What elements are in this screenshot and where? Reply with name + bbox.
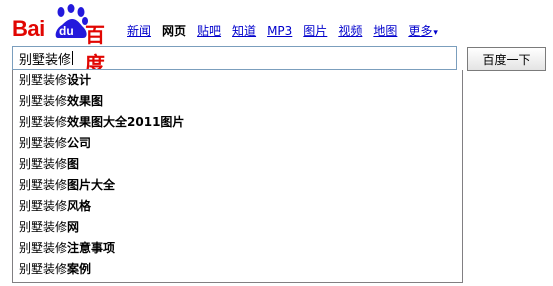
suggestion-item[interactable]: 别墅装修网 — [13, 217, 462, 238]
suggestion-base: 别墅装修 — [19, 157, 68, 171]
suggestion-item[interactable]: 别墅装修注意事项 — [13, 238, 462, 259]
nav-item-video[interactable]: 视频 — [338, 23, 362, 39]
suggestion-item[interactable]: 别墅装修图片大全 — [13, 175, 462, 196]
suggestion-base: 别墅装修 — [19, 262, 68, 276]
suggestion-completion: 风格 — [67, 199, 92, 213]
suggestion-base: 别墅装修 — [19, 115, 68, 129]
search-input-value: 别墅装修 — [19, 52, 72, 68]
suggestion-completion: 效果图大全2011图片 — [67, 115, 185, 129]
suggestion-base: 别墅装修 — [19, 199, 68, 213]
category-nav: 新闻 网页 贴吧 知道 MP3 图片 视频 地图 更多▾ — [127, 23, 449, 39]
suggestion-completion: 图 — [67, 157, 80, 171]
suggestion-completion: 公司 — [67, 136, 92, 150]
nav-item-map[interactable]: 地图 — [373, 23, 397, 39]
suggestion-completion: 注意事项 — [67, 241, 116, 255]
nav-item-news[interactable]: 新闻 — [127, 23, 151, 39]
nav-item-images[interactable]: 图片 — [303, 23, 327, 39]
suggestion-completion: 图片大全 — [67, 178, 116, 192]
suggestion-completion: 效果图 — [67, 94, 104, 108]
nav-item-more[interactable]: 更多▾ — [408, 23, 438, 39]
suggestion-item[interactable]: 别墅装修效果图大全2011图片 — [13, 112, 462, 133]
suggestion-item[interactable]: 别墅装修公司 — [13, 133, 462, 154]
nav-item-zhidao[interactable]: 知道 — [232, 23, 256, 39]
suggestion-dropdown: 别墅装修设计 别墅装修效果图 别墅装修效果图大全2011图片 别墅装修公司 别墅… — [12, 70, 463, 283]
suggestion-item[interactable]: 别墅装修设计 — [13, 70, 462, 91]
suggestion-base: 别墅装修 — [19, 136, 68, 150]
suggestion-base: 别墅装修 — [19, 94, 68, 108]
suggestion-base: 别墅装修 — [19, 178, 68, 192]
chevron-down-icon: ▾ — [433, 28, 438, 38]
nav-more-label: 更多 — [408, 24, 433, 38]
suggestion-item[interactable]: 别墅装修案例 — [13, 259, 462, 280]
suggestion-completion: 案例 — [67, 262, 92, 276]
suggestion-base: 别墅装修 — [19, 241, 68, 255]
baidu-logo[interactable]: Bai du 百度 — [12, 4, 118, 76]
logo-text-latin: Bai — [12, 16, 45, 41]
suggestion-base: 别墅装修 — [19, 220, 68, 234]
text-caret — [72, 51, 74, 65]
suggestion-completion: 设计 — [67, 73, 92, 87]
logo-text-du: du — [59, 24, 74, 38]
suggestion-item[interactable]: 别墅装修图 — [13, 154, 462, 175]
suggestion-completion: 网 — [67, 220, 80, 234]
suggestion-item[interactable]: 别墅装修风格 — [13, 196, 462, 217]
suggestion-base: 别墅装修 — [19, 73, 68, 87]
nav-item-tieba[interactable]: 贴吧 — [197, 23, 221, 39]
nav-item-web: 网页 — [162, 24, 187, 38]
suggestion-item[interactable]: 别墅装修效果图 — [13, 91, 462, 112]
search-button[interactable]: 百度一下 — [467, 47, 546, 71]
nav-item-mp3[interactable]: MP3 — [267, 23, 292, 39]
search-input[interactable]: 别墅装修 — [12, 46, 457, 70]
